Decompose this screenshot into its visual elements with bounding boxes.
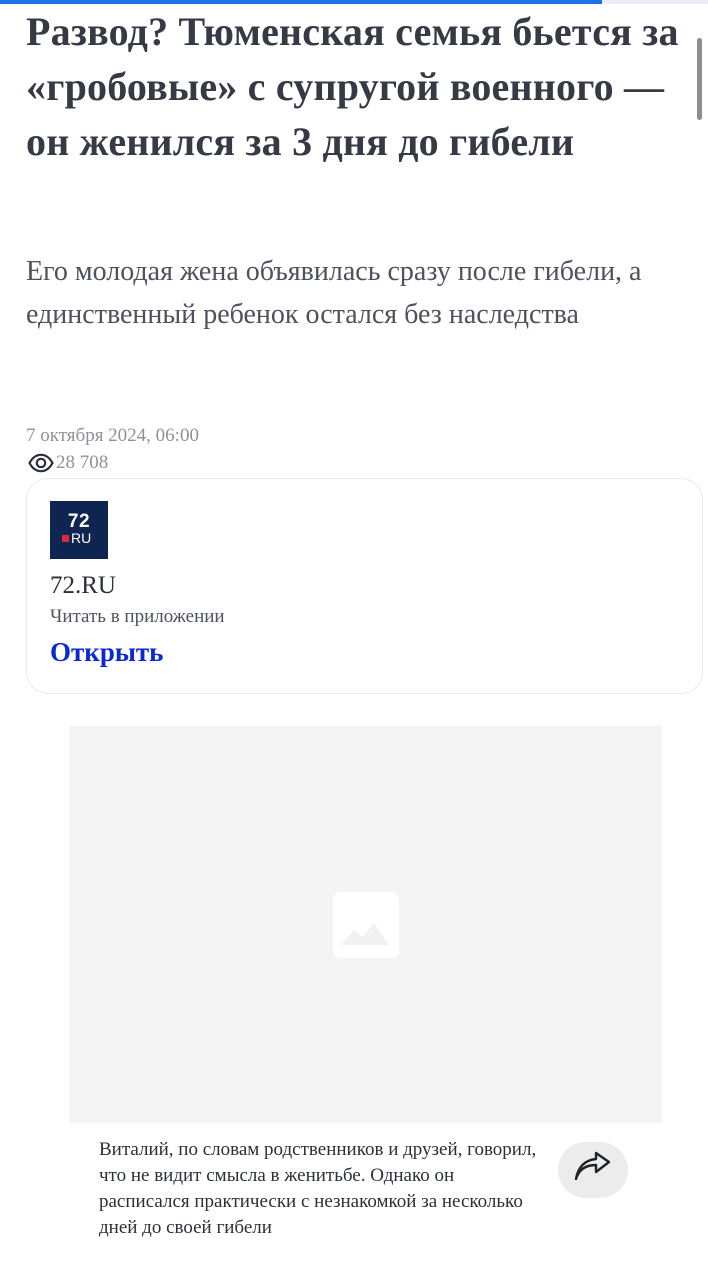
view-counter: 28 708	[28, 450, 108, 476]
app-tagline: Читать в приложении	[50, 606, 225, 627]
eye-icon	[28, 453, 54, 473]
app-name: 72.RU	[50, 572, 116, 599]
image-placeholder-icon	[333, 892, 399, 958]
article-title: Развод? Тюменская семья бьется за «гробо…	[26, 9, 679, 164]
scrollbar-thumb[interactable]	[697, 38, 702, 120]
image-caption: Виталий, по словам родственников и друзе…	[99, 1139, 537, 1238]
publish-date: 7 октября 2024, 06:00	[26, 425, 199, 446]
logo-ru: RU	[62, 531, 91, 545]
app-promo-card: 72 RU 72.RU Читать в приложении Открыть	[26, 478, 703, 694]
article-subtitle: Его молодая жена объявилась сразу после …	[26, 256, 642, 330]
72ru-logo: 72 RU	[50, 501, 108, 559]
article-image[interactable]	[69, 726, 662, 1123]
share-button[interactable]	[558, 1142, 628, 1198]
view-count: 28 708	[56, 452, 109, 473]
logo-number: 72	[67, 511, 91, 532]
open-app-button[interactable]: Открыть	[50, 635, 163, 669]
logo-ru-text: RU	[71, 530, 92, 546]
logo-red-square	[62, 534, 69, 542]
share-arrow-icon	[573, 1151, 613, 1190]
